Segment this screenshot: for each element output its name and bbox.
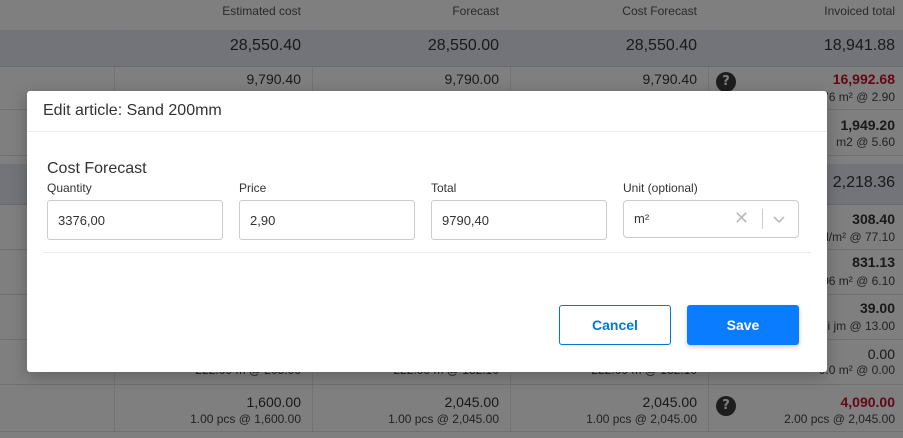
chevron-down-icon[interactable] bbox=[772, 212, 786, 230]
edit-article-dialog: Edit article: Sand 200mm Cost Forecast Q… bbox=[27, 91, 827, 372]
price-label: Price bbox=[239, 181, 267, 195]
total-label: Total bbox=[431, 181, 457, 195]
unit-label: Unit (optional) bbox=[623, 181, 698, 195]
unit-select-value: m² bbox=[634, 211, 650, 226]
divider bbox=[43, 252, 811, 253]
total-input[interactable] bbox=[431, 200, 607, 240]
section-title: Cost Forecast bbox=[47, 160, 147, 177]
price-input[interactable] bbox=[239, 200, 415, 240]
cancel-button[interactable]: Cancel bbox=[559, 305, 671, 345]
unit-select[interactable]: m² ✕ bbox=[623, 200, 799, 238]
save-button[interactable]: Save bbox=[687, 305, 799, 345]
quantity-label: Quantity bbox=[47, 181, 92, 195]
dialog-title: Edit article: Sand 200mm bbox=[43, 102, 222, 119]
divider bbox=[27, 131, 827, 132]
select-divider bbox=[762, 209, 763, 229]
quantity-input[interactable] bbox=[47, 200, 223, 240]
clear-icon[interactable]: ✕ bbox=[734, 208, 749, 229]
